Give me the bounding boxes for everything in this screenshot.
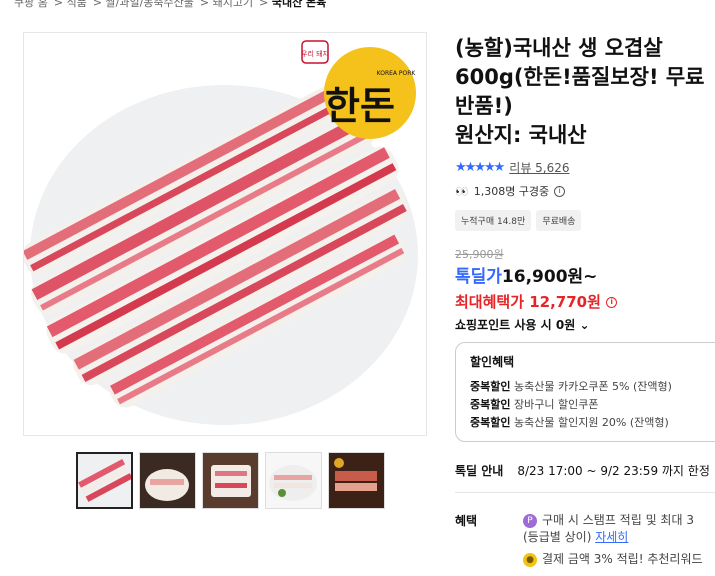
breadcrumb-current[interactable]: 국내산 돈육 bbox=[272, 0, 326, 9]
discount-row: 중복할인 장바구니 할인쿠폰 bbox=[470, 398, 599, 411]
badge-list: 누적구매 14.8만 무료배송 bbox=[455, 210, 582, 231]
discount-row: 중복할인 농축산물 카카오쿠폰 5% (잔액형) bbox=[470, 380, 672, 393]
info-icon[interactable]: i bbox=[606, 297, 618, 308]
product-origin: 원산지: 국내산 bbox=[455, 123, 587, 147]
thumbnail-2[interactable] bbox=[139, 452, 196, 509]
original-price: 25,900원 bbox=[455, 248, 504, 261]
breadcrumb-food[interactable]: 식품 bbox=[67, 0, 87, 9]
info-icon[interactable]: i bbox=[554, 185, 566, 197]
thumbnail-3[interactable] bbox=[202, 452, 259, 509]
brand-badge-text: 우리 돼지 bbox=[301, 49, 329, 58]
deal-price: 톡딜가16,900원~ bbox=[455, 262, 597, 287]
max-benefit-price: 최대혜택가 12,770원 i bbox=[455, 291, 618, 312]
badge-cumulative-purchase: 누적구매 14.8만 bbox=[455, 210, 532, 231]
point-coin-icon: P bbox=[523, 513, 537, 528]
thumbnail-5[interactable] bbox=[328, 452, 385, 509]
discount-heading: 할인혜택 bbox=[470, 355, 515, 369]
eyes-icon: 👀 bbox=[455, 184, 469, 198]
timedeal-label: 톡딜 안내 bbox=[455, 464, 504, 478]
thumbnail-4[interactable] bbox=[265, 452, 322, 509]
deal-value: 16,900원~ bbox=[501, 267, 598, 287]
deal-label: 톡딜가 bbox=[455, 267, 502, 287]
thumbnail-1[interactable] bbox=[76, 452, 133, 509]
breadcrumb-agri[interactable]: 쌀/과일/농축수산물 bbox=[106, 0, 194, 9]
rating: ★★★★★ 리뷰 5,626 bbox=[455, 159, 570, 176]
thumbnail-list bbox=[76, 452, 385, 509]
breadcrumb-pork[interactable]: 돼지고기 bbox=[213, 0, 253, 9]
brand-logo-sub: KOREA PORK bbox=[377, 70, 417, 77]
product-title: (농할)국내산 생 오겹살 600g(한돈!품질보장! 무료반품!) 원산지: … bbox=[455, 34, 715, 150]
benefit-stamp: P 구매 시 스탬프 적립 및 최대 3 (등급별 상이) 자세히 bbox=[523, 513, 694, 544]
discount-row: 중복할인 농축산물 할인지원 20% (잔액형) bbox=[470, 416, 669, 429]
viewing-count: 👀 1,308명 구경중 i bbox=[455, 183, 566, 199]
discount-box: 할인혜택 중복할인 농축산물 카카오쿠폰 5% (잔액형) 중복할인 장바구니 … bbox=[455, 342, 715, 442]
coin-icon: ● bbox=[523, 552, 537, 567]
chevron-down-icon: ⌄ bbox=[579, 318, 590, 332]
product-main-image[interactable]: 우리 돼지 한돈 KOREA PORK bbox=[23, 32, 427, 436]
review-count-link[interactable]: 리뷰 5,626 bbox=[509, 159, 569, 176]
brand-logo-text: 한돈 bbox=[325, 83, 395, 128]
benefit-cashback: ● 결제 금액 3% 적립! 추천리워드 bbox=[523, 550, 703, 567]
benefit-detail-link[interactable]: 자세히 bbox=[595, 530, 628, 544]
breadcrumb: 쿠팡 홈 > 식품 > 쌀/과일/농축수산물 > 돼지고기 > 국내산 돈육 bbox=[14, 0, 332, 10]
divider bbox=[455, 492, 715, 493]
star-rating-icon: ★★★★★ bbox=[455, 160, 505, 175]
benefit-label: 혜택 bbox=[455, 514, 478, 528]
breadcrumb-home[interactable]: 쿠팡 홈 bbox=[14, 0, 48, 9]
badge-free-shipping: 무료배송 bbox=[536, 210, 582, 231]
timedeal-period: 8/23 17:00 ~ 9/2 23:59 까지 한정 bbox=[517, 464, 710, 478]
timedeal-info: 톡딜 안내 8/23 17:00 ~ 9/2 23:59 까지 한정 bbox=[455, 462, 710, 479]
shopping-points-toggle[interactable]: 쇼핑포인트 사용 시 0원 ⌄ bbox=[455, 316, 590, 333]
